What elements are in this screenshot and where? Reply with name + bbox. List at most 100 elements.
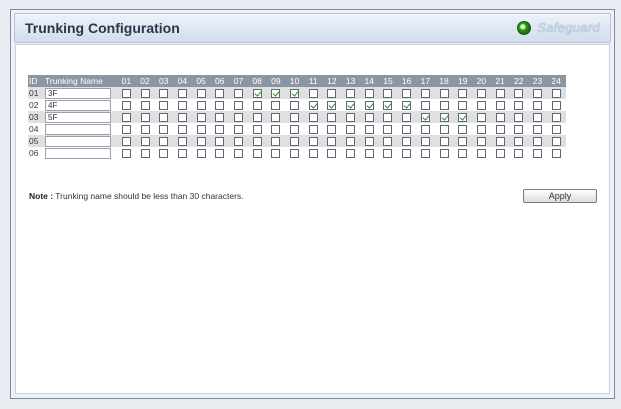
port-19-checkbox[interactable] bbox=[458, 88, 468, 98]
port-21-checkbox[interactable] bbox=[495, 112, 505, 122]
port-19-checkbox[interactable] bbox=[458, 112, 468, 122]
port-02-checkbox[interactable] bbox=[140, 136, 150, 146]
port-22-checkbox[interactable] bbox=[514, 100, 524, 110]
port-08-checkbox[interactable] bbox=[252, 100, 262, 110]
port-16-checkbox[interactable] bbox=[402, 112, 412, 122]
port-02-checkbox[interactable] bbox=[140, 148, 150, 158]
port-06-checkbox[interactable] bbox=[215, 124, 225, 134]
port-09-checkbox[interactable] bbox=[271, 88, 281, 98]
port-22-checkbox[interactable] bbox=[514, 124, 524, 134]
port-12-checkbox[interactable] bbox=[327, 100, 337, 110]
port-16-checkbox[interactable] bbox=[402, 136, 412, 146]
port-11-checkbox[interactable] bbox=[308, 100, 318, 110]
port-24-checkbox[interactable] bbox=[551, 136, 561, 146]
port-07-checkbox[interactable] bbox=[233, 100, 243, 110]
port-10-checkbox[interactable] bbox=[290, 148, 300, 158]
port-04-checkbox[interactable] bbox=[177, 100, 187, 110]
port-18-checkbox[interactable] bbox=[439, 136, 449, 146]
port-23-checkbox[interactable] bbox=[532, 124, 542, 134]
port-09-checkbox[interactable] bbox=[271, 136, 281, 146]
port-09-checkbox[interactable] bbox=[271, 100, 281, 110]
port-03-checkbox[interactable] bbox=[159, 148, 169, 158]
port-17-checkbox[interactable] bbox=[420, 124, 430, 134]
port-04-checkbox[interactable] bbox=[177, 124, 187, 134]
port-15-checkbox[interactable] bbox=[383, 100, 393, 110]
port-14-checkbox[interactable] bbox=[364, 88, 374, 98]
port-21-checkbox[interactable] bbox=[495, 148, 505, 158]
port-08-checkbox[interactable] bbox=[252, 124, 262, 134]
port-22-checkbox[interactable] bbox=[514, 112, 524, 122]
port-12-checkbox[interactable] bbox=[327, 112, 337, 122]
port-11-checkbox[interactable] bbox=[308, 88, 318, 98]
port-20-checkbox[interactable] bbox=[476, 112, 486, 122]
port-21-checkbox[interactable] bbox=[495, 136, 505, 146]
port-24-checkbox[interactable] bbox=[551, 112, 561, 122]
port-16-checkbox[interactable] bbox=[402, 88, 412, 98]
port-19-checkbox[interactable] bbox=[458, 124, 468, 134]
port-03-checkbox[interactable] bbox=[159, 112, 169, 122]
port-11-checkbox[interactable] bbox=[308, 148, 318, 158]
port-07-checkbox[interactable] bbox=[233, 124, 243, 134]
port-05-checkbox[interactable] bbox=[196, 88, 206, 98]
trunking-name-input[interactable] bbox=[45, 147, 111, 159]
port-07-checkbox[interactable] bbox=[233, 136, 243, 146]
port-02-checkbox[interactable] bbox=[140, 112, 150, 122]
apply-button[interactable]: Apply bbox=[523, 189, 597, 203]
port-01-checkbox[interactable] bbox=[121, 148, 131, 158]
port-12-checkbox[interactable] bbox=[327, 136, 337, 146]
port-08-checkbox[interactable] bbox=[252, 112, 262, 122]
port-17-checkbox[interactable] bbox=[420, 136, 430, 146]
port-07-checkbox[interactable] bbox=[233, 88, 243, 98]
port-11-checkbox[interactable] bbox=[308, 112, 318, 122]
port-08-checkbox[interactable] bbox=[252, 136, 262, 146]
port-08-checkbox[interactable] bbox=[252, 88, 262, 98]
port-21-checkbox[interactable] bbox=[495, 88, 505, 98]
port-11-checkbox[interactable] bbox=[308, 136, 318, 146]
port-18-checkbox[interactable] bbox=[439, 148, 449, 158]
port-03-checkbox[interactable] bbox=[159, 88, 169, 98]
port-19-checkbox[interactable] bbox=[458, 136, 468, 146]
port-05-checkbox[interactable] bbox=[196, 112, 206, 122]
port-19-checkbox[interactable] bbox=[458, 148, 468, 158]
port-15-checkbox[interactable] bbox=[383, 136, 393, 146]
port-03-checkbox[interactable] bbox=[159, 124, 169, 134]
port-07-checkbox[interactable] bbox=[233, 112, 243, 122]
port-09-checkbox[interactable] bbox=[271, 112, 281, 122]
port-20-checkbox[interactable] bbox=[476, 124, 486, 134]
port-24-checkbox[interactable] bbox=[551, 100, 561, 110]
port-06-checkbox[interactable] bbox=[215, 112, 225, 122]
port-22-checkbox[interactable] bbox=[514, 88, 524, 98]
trunking-name-input[interactable] bbox=[45, 87, 111, 99]
trunking-name-input[interactable] bbox=[45, 111, 111, 123]
port-23-checkbox[interactable] bbox=[532, 136, 542, 146]
port-01-checkbox[interactable] bbox=[121, 112, 131, 122]
port-17-checkbox[interactable] bbox=[420, 100, 430, 110]
port-10-checkbox[interactable] bbox=[290, 88, 300, 98]
port-22-checkbox[interactable] bbox=[514, 136, 524, 146]
port-15-checkbox[interactable] bbox=[383, 88, 393, 98]
port-13-checkbox[interactable] bbox=[346, 124, 356, 134]
port-16-checkbox[interactable] bbox=[402, 124, 412, 134]
port-03-checkbox[interactable] bbox=[159, 136, 169, 146]
port-16-checkbox[interactable] bbox=[402, 148, 412, 158]
port-02-checkbox[interactable] bbox=[140, 88, 150, 98]
port-15-checkbox[interactable] bbox=[383, 124, 393, 134]
port-18-checkbox[interactable] bbox=[439, 100, 449, 110]
port-07-checkbox[interactable] bbox=[233, 148, 243, 158]
port-15-checkbox[interactable] bbox=[383, 148, 393, 158]
port-12-checkbox[interactable] bbox=[327, 148, 337, 158]
port-24-checkbox[interactable] bbox=[551, 148, 561, 158]
port-17-checkbox[interactable] bbox=[420, 88, 430, 98]
port-16-checkbox[interactable] bbox=[402, 100, 412, 110]
port-03-checkbox[interactable] bbox=[159, 100, 169, 110]
port-10-checkbox[interactable] bbox=[290, 124, 300, 134]
port-04-checkbox[interactable] bbox=[177, 136, 187, 146]
port-05-checkbox[interactable] bbox=[196, 124, 206, 134]
port-13-checkbox[interactable] bbox=[346, 100, 356, 110]
port-17-checkbox[interactable] bbox=[420, 148, 430, 158]
port-10-checkbox[interactable] bbox=[290, 112, 300, 122]
port-23-checkbox[interactable] bbox=[532, 112, 542, 122]
trunking-name-input[interactable] bbox=[45, 99, 111, 111]
port-10-checkbox[interactable] bbox=[290, 100, 300, 110]
port-18-checkbox[interactable] bbox=[439, 112, 449, 122]
